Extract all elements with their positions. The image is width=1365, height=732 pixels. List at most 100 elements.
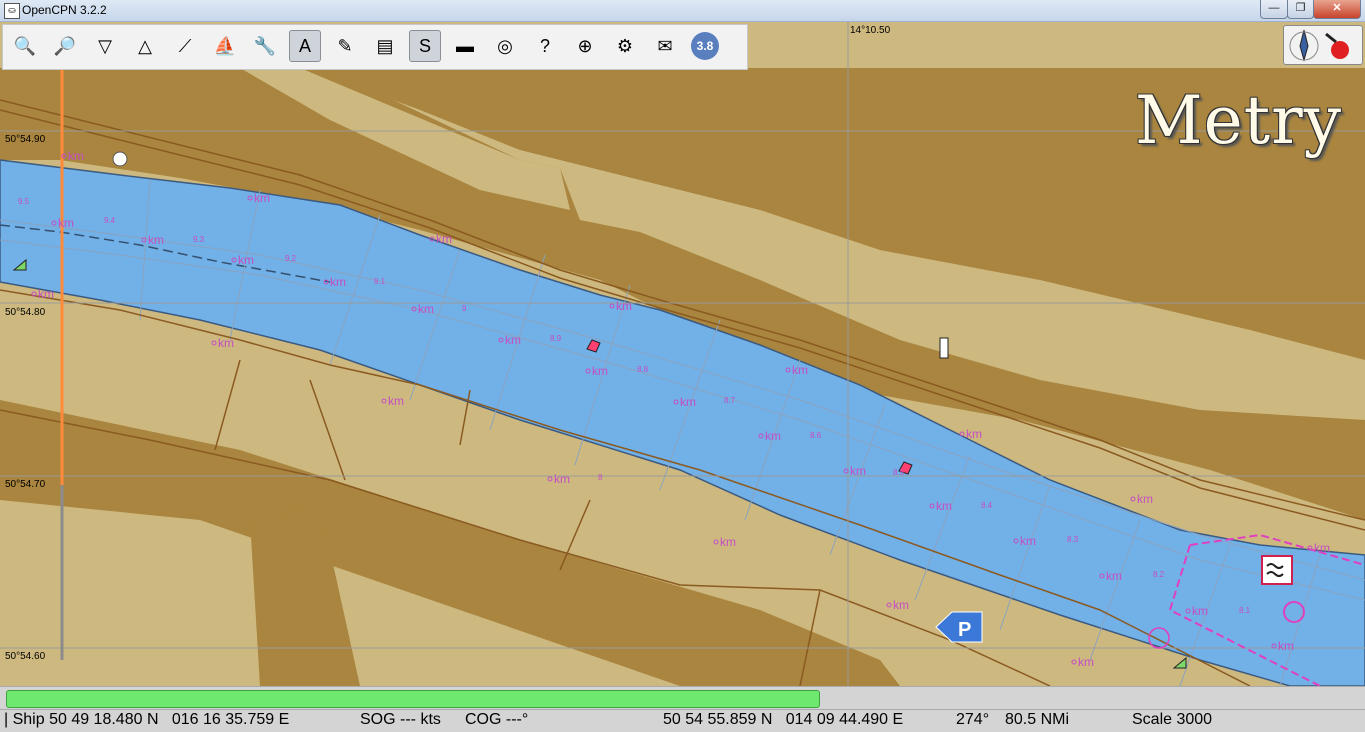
km-marker-label: km (218, 336, 234, 350)
scale-down-button[interactable]: ▽ (89, 30, 121, 62)
km-marker-label: km (616, 299, 632, 313)
sunset-icon: ▬ (456, 36, 474, 56)
km-marker-label: km (680, 395, 696, 409)
color-scheme-button[interactable]: ▬ (449, 30, 481, 62)
km-marker-label: km (418, 302, 434, 316)
route-icon: ⟋ (178, 36, 192, 56)
chart-load-progress (0, 686, 1365, 709)
mob-button[interactable]: ◎ (489, 30, 521, 62)
settings-button[interactable]: 🔧 (249, 30, 281, 62)
maximize-button[interactable]: ❐ (1287, 0, 1314, 19)
lifebuoy-icon: ◎ (497, 36, 513, 56)
km-number-label: 8.9 (550, 334, 562, 343)
km-marker-label: km (966, 427, 982, 441)
km-marker-label: km (148, 233, 164, 247)
close-button[interactable]: ✕ (1313, 0, 1361, 19)
km-number-label: 9.5 (18, 197, 30, 206)
print-button[interactable]: ✉ (649, 30, 681, 62)
sog-readout: SOG --- kts (360, 711, 441, 728)
km-marker-label: km (765, 429, 781, 443)
range-readout: 80.5 NMi (1005, 711, 1070, 728)
window-titlebar: ⛀ OpenCPN 3.2.2 — ❐ ✕ (0, 0, 1365, 22)
svg-text:P: P (958, 619, 971, 641)
main-toolbar: 🔍 🔎 ▽ △ ⟋ ⛵ 🔧 A ✎ ▤ S ▬ ◎? ⊕ ⚙ ✉ 3.8 (2, 24, 748, 70)
compass-widget[interactable] (1283, 25, 1363, 65)
km-marker-label: km (388, 394, 404, 408)
help-button[interactable]: ? (529, 30, 561, 62)
km-marker-label: km (792, 363, 808, 377)
track-button[interactable]: S (409, 30, 441, 62)
km-marker-label: km (720, 535, 736, 549)
km-number-label: 9.2 (285, 254, 297, 263)
scale-up-button[interactable]: △ (129, 30, 161, 62)
km-number-label: 9.3 (193, 235, 205, 244)
km-number-label: 8.5 (893, 468, 905, 477)
warning-symbol-icon[interactable] (112, 151, 128, 167)
km-marker-label: km (592, 364, 608, 378)
text-toggle-button[interactable]: A (289, 30, 321, 62)
km-marker-label: km (238, 253, 254, 267)
progress-fill (6, 690, 821, 708)
km-number-label: 8.2 (1153, 570, 1165, 579)
km-marker-label: km (1020, 534, 1036, 548)
km-number-label: 9.4 (104, 216, 116, 225)
km-number-label: 8.3 (1067, 535, 1079, 544)
km-marker-label: km (330, 275, 346, 289)
zoom-out-button[interactable]: 🔎 (49, 30, 81, 62)
route-manager-button[interactable]: ▤ (369, 30, 401, 62)
track-icon: S (418, 36, 431, 56)
latitude-label-4: 50°54.60 (5, 651, 46, 662)
radar-icon: ⊕ (577, 36, 593, 56)
km-number-label: 8.7 (724, 396, 736, 405)
latitude-label-2: 50°54.80 (5, 307, 46, 318)
km-number-label: 8.4 (981, 501, 993, 510)
plugin-button[interactable]: ⚙ (609, 30, 641, 62)
km-marker-label: km (68, 149, 84, 163)
compass-icon (1289, 29, 1349, 62)
km-number-label: 9 (462, 304, 467, 313)
zoom-in-button[interactable]: 🔍 (9, 30, 41, 62)
cog-readout: COG ---° (465, 711, 529, 728)
ship-position: | Ship 50 49 18.480 N 016 16 35.759 E (4, 711, 290, 728)
opencpn-app-icon: ⛀ (4, 3, 20, 19)
km-marker-label: km (1278, 639, 1294, 653)
chart-scale-down-icon: ▽ (98, 36, 112, 56)
current-tide-button[interactable]: ✎ (329, 30, 361, 62)
km-marker-label: km (554, 472, 570, 486)
km-marker-label: km (254, 191, 270, 205)
km-marker-label: km (38, 287, 54, 301)
help-book-icon: ? (539, 36, 550, 56)
version-badge-icon: 3.8 (691, 32, 719, 60)
km-marker-label: km (505, 333, 521, 347)
chart-scale-up-icon: △ (138, 36, 152, 56)
minimize-button[interactable]: — (1260, 0, 1288, 19)
auto-follow-button[interactable]: ⛵ (209, 30, 241, 62)
text-icon: A (298, 36, 311, 56)
lighthouse-icon[interactable] (939, 337, 949, 359)
zoom-in-icon: 🔍 (13, 36, 37, 56)
scale-readout: Scale 3000 (1132, 711, 1213, 728)
units-overlay: Metry (1135, 82, 1342, 159)
longitude-label: 14°10.50 (850, 25, 891, 36)
cursor-position: 50 54 55.859 N 014 09 44.490 E (663, 711, 904, 728)
latitude-label-3: 50°54.70 (5, 479, 46, 490)
gears-icon: ⚙ (616, 36, 634, 56)
km-number-label: 8 (598, 473, 603, 482)
km-number-label: 8.6 (810, 431, 822, 440)
route-button[interactable]: ⟋ (169, 30, 201, 62)
version-button[interactable]: 3.8 (689, 30, 721, 62)
tide-icon: ✎ (337, 36, 353, 56)
latitude-label-1: 50°54.90 (5, 134, 46, 145)
km-marker-label: km (436, 232, 452, 246)
km-marker-label: km (893, 598, 909, 612)
km-marker-label: km (1314, 541, 1330, 555)
zoom-out-icon: 🔎 (53, 36, 77, 56)
km-marker-label: km (1137, 492, 1153, 506)
route-manager-icon: ▤ (376, 36, 394, 56)
km-marker-label: km (850, 464, 866, 478)
radar-button[interactable]: ⊕ (569, 30, 601, 62)
km-marker-label: km (1106, 569, 1122, 583)
km-marker-label: km (936, 499, 952, 513)
window-title: OpenCPN 3.2.2 (22, 3, 107, 17)
km-marker-label: km (1078, 655, 1094, 669)
